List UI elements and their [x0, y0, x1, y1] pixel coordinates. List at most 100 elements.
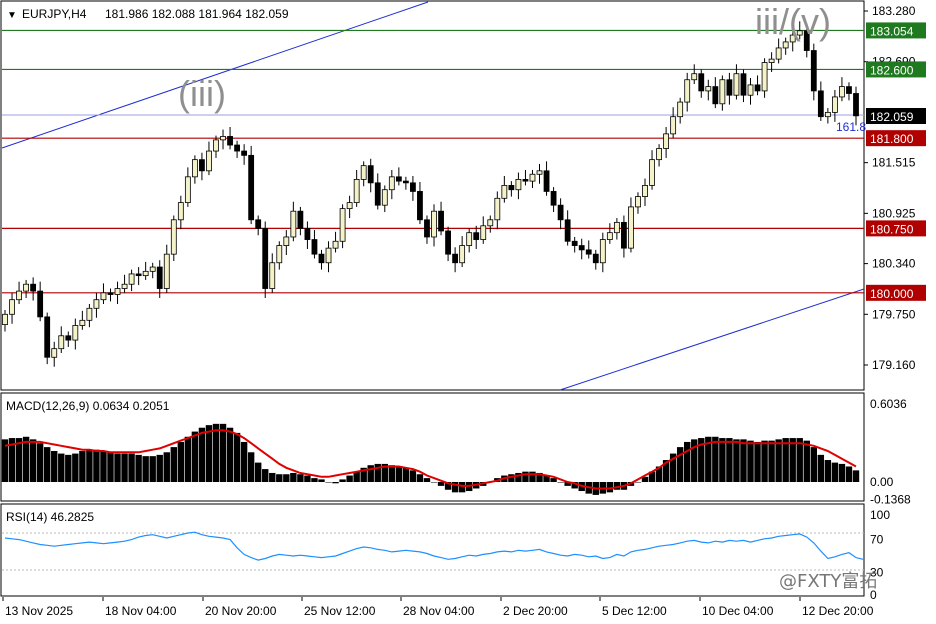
macd-bar-2 — [15, 438, 23, 482]
candle-73 — [515, 179, 522, 191]
level-tag-label-0: 183.054 — [870, 24, 914, 38]
candle-7 — [51, 348, 58, 358]
candle-25 — [177, 202, 184, 221]
candle-44 — [311, 239, 318, 255]
macd-bar-37 — [262, 469, 269, 482]
symbol-menu-arrow-icon[interactable]: ▼ — [7, 10, 17, 21]
time-label-4: 28 Nov 04:00 — [403, 604, 475, 618]
macd-tick-label-2: -0.1368 — [870, 493, 911, 507]
time-label-1: 18 Nov 04:00 — [105, 604, 177, 618]
candle-99 — [698, 73, 705, 92]
candle-119 — [839, 86, 845, 98]
macd-bar-112 — [789, 438, 796, 482]
candle-72 — [508, 185, 515, 191]
macd-bar-55 — [388, 465, 396, 482]
macd-bar-35 — [247, 452, 255, 482]
macd-bar-18 — [128, 453, 135, 482]
candle-23 — [163, 253, 170, 289]
macd-bar-48 — [339, 479, 346, 482]
candle-21 — [149, 266, 156, 272]
candle-2 — [16, 290, 22, 301]
macd-bar-28 — [198, 427, 206, 482]
candle-74 — [522, 179, 529, 182]
time-label-3: 25 Nov 12:00 — [304, 604, 376, 618]
macd-bar-110 — [775, 439, 782, 482]
macd-axis: 0.6036 0.00 -0.1368 — [870, 397, 911, 507]
time-label-5: 2 Dec 20:00 — [503, 604, 568, 618]
macd-bar-90 — [634, 482, 642, 483]
candle-78 — [550, 191, 557, 206]
candle-9 — [65, 335, 72, 341]
candle-105 — [740, 73, 747, 96]
candle-8 — [58, 335, 65, 350]
candle-77 — [543, 170, 550, 192]
price-axis: 183.280182.690181.515180.925180.340179.7… — [864, 4, 916, 372]
macd-bar-17 — [121, 453, 128, 482]
candle-60 — [424, 219, 430, 238]
macd-bar-41 — [290, 472, 297, 482]
macd-bar-115 — [810, 447, 818, 482]
level-tag-label-2: 181.800 — [870, 132, 914, 146]
candle-59 — [417, 191, 423, 221]
candle-55 — [388, 176, 395, 191]
macd-bar-23 — [163, 452, 170, 482]
macd-bar-56 — [395, 466, 403, 482]
macd-bar-120 — [845, 466, 853, 482]
candle-120 — [846, 86, 852, 94]
candle-84 — [592, 253, 599, 264]
macd-bar-65 — [458, 482, 466, 493]
candle-88 — [621, 221, 627, 249]
candle-11 — [79, 319, 86, 326]
candle-39 — [276, 245, 283, 264]
macd-bar-5 — [36, 443, 44, 482]
candle-12 — [86, 307, 93, 321]
time-label-7: 10 Dec 04:00 — [702, 604, 774, 618]
candle-53 — [374, 182, 381, 206]
candle-4 — [30, 283, 37, 292]
macd-bar-22 — [156, 454, 163, 482]
macd-bar-32 — [226, 427, 234, 482]
macd-bar-33 — [233, 432, 241, 482]
candle-100 — [705, 86, 712, 92]
macd-bar-118 — [831, 462, 839, 482]
candle-96 — [677, 101, 684, 118]
candle-87 — [613, 221, 620, 234]
candle-80 — [564, 219, 571, 242]
macd-bar-7 — [51, 450, 58, 482]
macd-bar-40 — [283, 474, 290, 482]
candle-6 — [44, 316, 51, 358]
wave-label-iii: (iii) — [178, 73, 226, 114]
wave-label-iii-v: iii/(v) — [755, 1, 831, 42]
candle-3 — [23, 283, 29, 292]
candle-13 — [93, 299, 100, 309]
candle-85 — [599, 239, 606, 264]
candle-115 — [810, 50, 817, 92]
rsi-panel-frame — [0, 503, 865, 597]
candle-71 — [501, 185, 508, 199]
macd-bar-26 — [184, 436, 192, 482]
candle-22 — [156, 266, 163, 289]
candle-109 — [768, 58, 775, 63]
candle-56 — [395, 176, 402, 182]
candle-58 — [410, 182, 416, 192]
macd-bar-104 — [733, 439, 740, 482]
level-tag-label-1: 182.600 — [870, 63, 914, 77]
macd-bar-119 — [838, 463, 846, 482]
macd-bar-60 — [423, 478, 431, 482]
macd-bar-107 — [754, 441, 761, 482]
price-tick-label-3: 180.925 — [872, 206, 916, 220]
macd-bar-113 — [796, 438, 803, 482]
candle-121 — [853, 93, 859, 117]
macd-bar-109 — [768, 440, 775, 482]
candle-49 — [346, 202, 353, 210]
price-tick-label-5: 179.750 — [872, 307, 916, 321]
candle-108 — [761, 62, 768, 92]
macd-tick-label-1: 0.00 — [870, 475, 894, 489]
time-label-6: 5 Dec 12:00 — [602, 604, 667, 618]
candle-118 — [832, 96, 838, 113]
candle-86 — [606, 232, 613, 240]
candle-66 — [466, 232, 473, 246]
candle-57 — [402, 180, 409, 184]
current-price-label: 182.059 — [870, 110, 914, 124]
candle-65 — [459, 245, 466, 264]
